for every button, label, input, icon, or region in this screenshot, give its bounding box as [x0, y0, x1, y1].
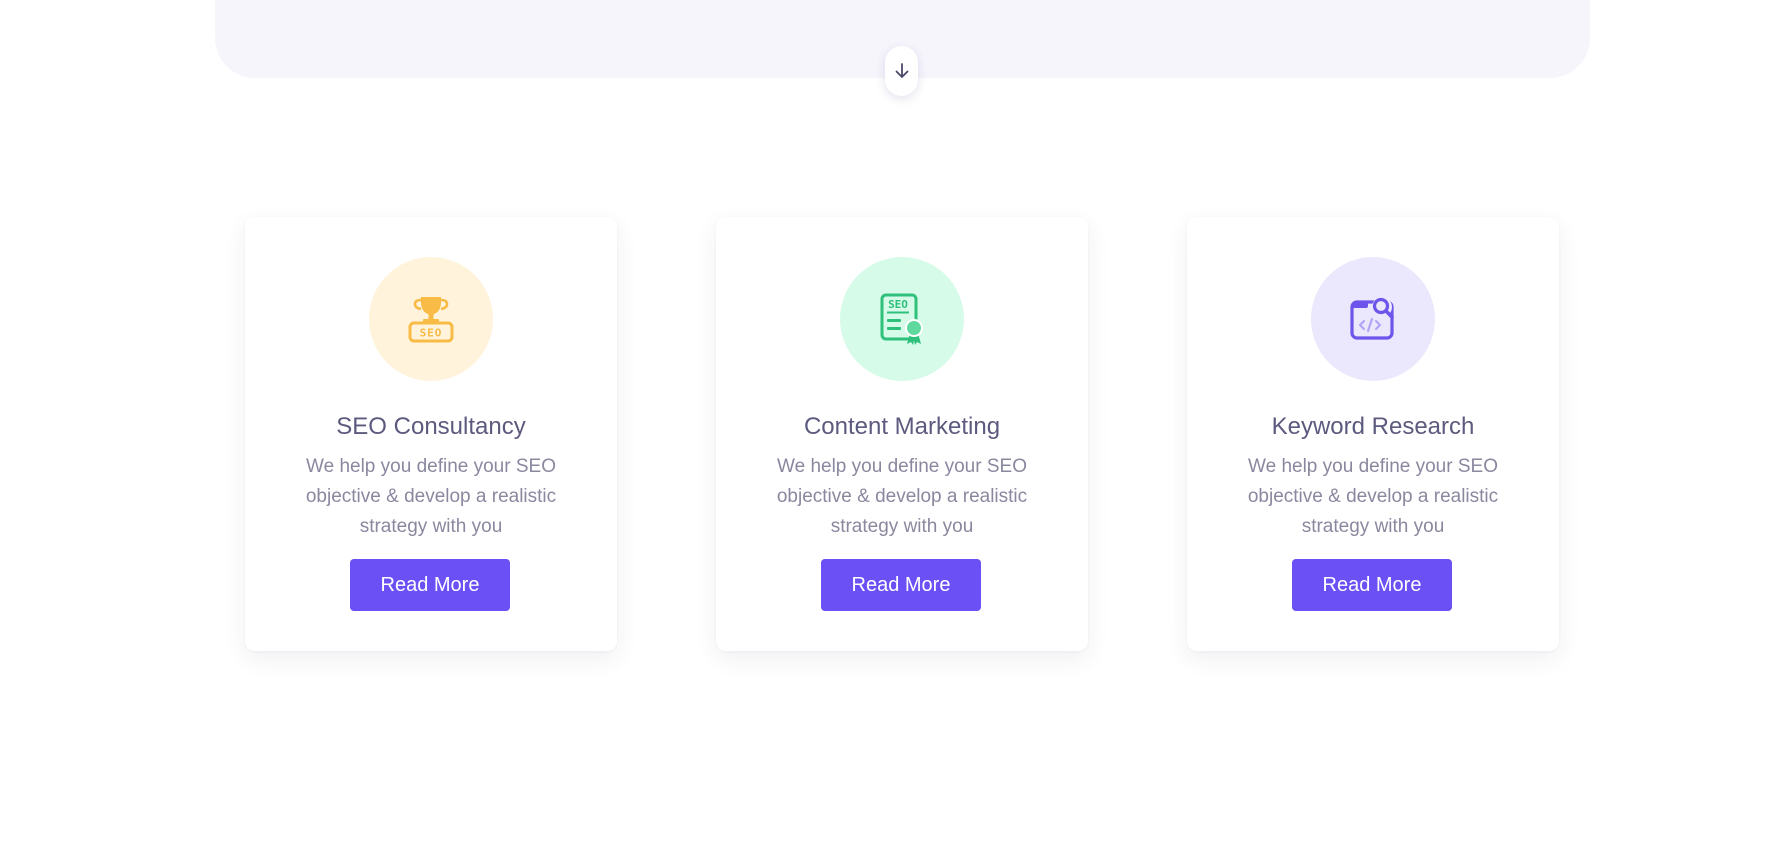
card-description: We help you define your SEO objective & …	[305, 456, 557, 537]
svg-text:SEO: SEO	[888, 298, 908, 311]
svg-text:SEO: SEO	[420, 327, 443, 340]
scroll-down-button[interactable]	[885, 46, 918, 96]
page: SEO SEO Consultancy We help you define y…	[0, 0, 1780, 850]
icon-circle	[1311, 257, 1435, 381]
read-more-button[interactable]: Read More	[1292, 559, 1452, 611]
service-card-keyword-research: Keyword Research We help you define your…	[1187, 217, 1559, 651]
arrow-down-icon	[895, 63, 908, 78]
service-card-seo-consultancy: SEO SEO Consultancy We help you define y…	[245, 217, 617, 651]
services-cards: SEO SEO Consultancy We help you define y…	[0, 217, 1780, 651]
trophy-seo-icon: SEO	[408, 297, 454, 343]
card-description: We help you define your SEO objective & …	[776, 456, 1028, 537]
icon-circle: SEO	[369, 257, 493, 381]
card-title: SEO Consultancy	[336, 413, 526, 440]
service-card-content-marketing: SEO Content Marketing We help you define…	[716, 217, 1088, 651]
code-search-icon	[1350, 297, 1394, 340]
read-more-button[interactable]: Read More	[350, 559, 510, 611]
seo-document-certificate-icon: SEO	[880, 293, 923, 345]
card-description: We help you define your SEO objective & …	[1247, 456, 1499, 537]
read-more-button[interactable]: Read More	[821, 559, 981, 611]
icon-circle: SEO	[840, 257, 964, 381]
card-title: Keyword Research	[1271, 413, 1475, 440]
card-title: Content Marketing	[803, 413, 1001, 440]
